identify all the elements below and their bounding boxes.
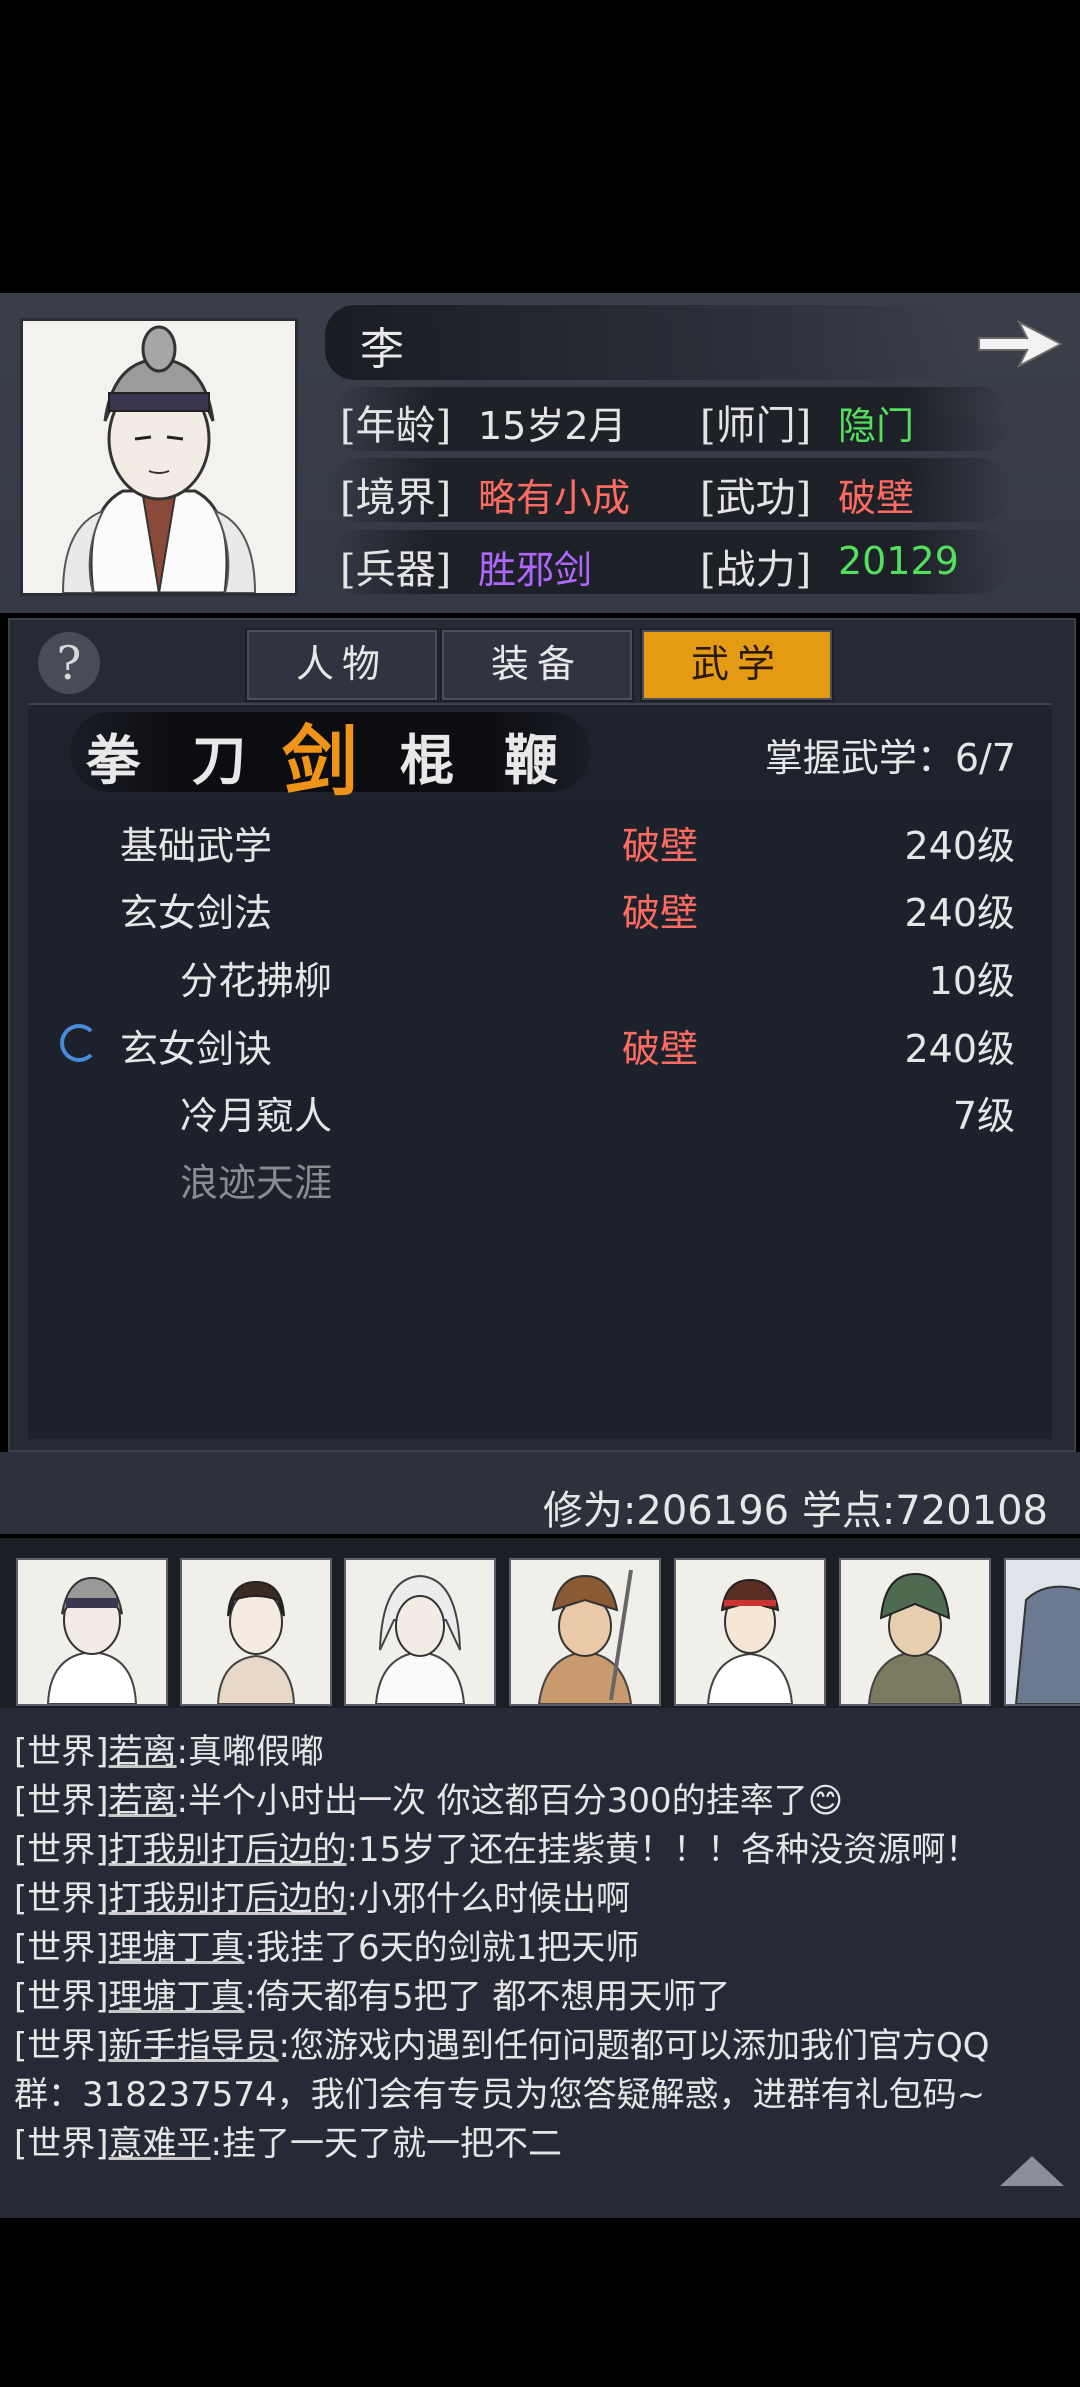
- chat-text: :小邪什么时候出啊: [346, 1879, 630, 1919]
- tab-martial-arts[interactable]: 武学: [640, 628, 834, 702]
- category-staff[interactable]: 棍: [400, 716, 454, 795]
- chat-username[interactable]: 若离: [109, 1781, 177, 1821]
- stat-label-realm: [境界]: [340, 475, 452, 521]
- skill-name: 浪迹天涯: [180, 1161, 333, 1205]
- party-member-portrait[interactable]: [344, 1558, 496, 1706]
- stat-label-power: [战力]: [700, 547, 812, 593]
- skill-name: 冷月窥人: [180, 1094, 333, 1138]
- chat-username[interactable]: 打我别打后边的: [109, 1879, 347, 1919]
- chat-channel-tag: [世界]: [14, 2124, 109, 2164]
- chat-message: [世界]若离:半个小时出一次 你这都百分300的挂率了😊: [14, 1773, 843, 1822]
- chat-text: :15岁了还在挂紫黄！！！各种没资源啊！: [346, 1830, 980, 1870]
- chat-message: [世界]若离:真嘟假嘟: [14, 1724, 324, 1773]
- stat-value-power: 20129: [838, 539, 959, 583]
- chat-channel-tag: [世界]: [14, 1879, 109, 1919]
- category-whip[interactable]: 鞭: [504, 716, 558, 795]
- portrait-art: [18, 1560, 166, 1704]
- skill-name: 玄女剑法: [120, 891, 273, 935]
- help-icon[interactable]: ?: [38, 632, 100, 694]
- chat-text: :倚天都有5把了 都不想用天师了: [244, 1977, 731, 2017]
- chat-text: :您游戏内遇到任何问题都可以添加我们官方QQ: [278, 2026, 990, 2066]
- category-blade[interactable]: 刀: [192, 716, 246, 795]
- name-banner: [325, 305, 965, 380]
- scroll-up-icon[interactable]: [1000, 2156, 1064, 2186]
- skill-level: 10级: [928, 959, 1015, 1003]
- tab-bar: 人物 装备 武学: [245, 628, 835, 702]
- chat-channel-tag: [世界]: [14, 1977, 109, 2017]
- party-member-portrait[interactable]: [509, 1558, 661, 1706]
- chat-username[interactable]: 理塘丁真: [109, 1977, 245, 2017]
- loading-spinner-icon: [60, 1024, 98, 1062]
- character-portrait-art: [23, 321, 295, 593]
- chat-username[interactable]: 意难平: [109, 2124, 211, 2164]
- chat-message: [世界]打我别打后边的:15岁了还在挂紫黄！！！各种没资源啊！: [14, 1822, 979, 1871]
- chat-username[interactable]: 理塘丁真: [109, 1928, 245, 1968]
- party-member-portrait[interactable]: [839, 1558, 991, 1706]
- chat-message: [世界]理塘丁真:倚天都有5把了 都不想用天师了: [14, 1969, 730, 2018]
- arrow-right-icon: [978, 319, 1064, 369]
- character-name: 李: [360, 324, 404, 375]
- stat-value-age: 15岁2月: [478, 404, 627, 448]
- cultivation-points: 修为:206196 学点:720108: [542, 1488, 1048, 1534]
- skill-name: 玄女剑诀: [120, 1027, 273, 1071]
- next-arrow-button[interactable]: [975, 314, 1065, 374]
- chat-text: :半个小时出一次 你这都百分300的挂率了😊: [176, 1781, 844, 1821]
- mastery-count: 掌握武学：6/7: [764, 736, 1016, 780]
- portrait-art: [511, 1560, 659, 1704]
- portrait-art: [182, 1560, 330, 1704]
- tab-equipment[interactable]: 装备: [440, 628, 634, 702]
- stat-label-martial: [武功]: [700, 475, 812, 521]
- category-fist[interactable]: 拳: [86, 716, 140, 795]
- chat-username[interactable]: 新手指导员: [109, 2026, 279, 2066]
- party-member-portrait[interactable]: [1004, 1558, 1080, 1706]
- chat-text: :挂了一天了就一把不二: [210, 2124, 562, 2164]
- chat-channel-tag: [世界]: [14, 1781, 109, 1821]
- chat-text: :真嘟假嘟: [176, 1732, 324, 1772]
- skill-name: 分花拂柳: [180, 959, 333, 1003]
- skill-realm: 破壁: [622, 891, 699, 935]
- chat-channel-tag: [世界]: [14, 1830, 109, 1870]
- party-member-portrait[interactable]: [180, 1558, 332, 1706]
- chat-message-continued: 群：318237574，我们会有专员为您答疑解惑，进群有礼包码~: [14, 2067, 985, 2116]
- chat-message: [世界]理塘丁真:我挂了6天的剑就1把天师: [14, 1920, 639, 1969]
- stat-label-sect: [师门]: [700, 403, 812, 449]
- stat-value-weapon[interactable]: 胜邪剑: [478, 539, 592, 594]
- chat-username[interactable]: 打我别打后边的: [109, 1830, 347, 1870]
- portrait-art: [841, 1560, 989, 1704]
- tab-character[interactable]: 人物: [245, 628, 439, 702]
- skill-level: 240级: [904, 891, 1015, 935]
- category-sword[interactable]: 剑: [282, 700, 358, 810]
- chat-username[interactable]: 若离: [109, 1732, 177, 1772]
- skill-realm: 破壁: [622, 824, 699, 868]
- chat-message: [世界]意难平:挂了一天了就一把不二: [14, 2116, 562, 2165]
- party-member-portrait[interactable]: [16, 1558, 168, 1706]
- skill-level: 7级: [952, 1094, 1015, 1138]
- stat-value-realm: 略有小成: [478, 476, 631, 520]
- portrait-art: [346, 1560, 494, 1704]
- skill-name: 基础武学: [120, 824, 273, 868]
- stat-value-sect: 隐门: [838, 404, 915, 448]
- chat-channel-tag: [世界]: [14, 1732, 109, 1772]
- stat-label-weapon: [兵器]: [340, 547, 452, 593]
- stat-label-age: [年龄]: [340, 403, 452, 449]
- party-member-portrait[interactable]: [674, 1558, 826, 1706]
- skill-level: 240级: [904, 1027, 1015, 1071]
- chat-channel-tag: [世界]: [14, 1928, 109, 1968]
- portrait-art: [676, 1560, 824, 1704]
- chat-message: [世界]打我别打后边的:小邪什么时候出啊: [14, 1871, 630, 1920]
- chat-text: :我挂了6天的剑就1把天师: [244, 1928, 640, 1968]
- portrait-art: [1006, 1560, 1080, 1704]
- skill-level: 240级: [904, 824, 1015, 868]
- chat-message: [世界]新手指导员:您游戏内遇到任何问题都可以添加我们官方QQ: [14, 2018, 990, 2067]
- chat-channel-tag: [世界]: [14, 2026, 109, 2066]
- chat-text: 群：318237574，我们会有专员为您答疑解惑，进群有礼包码~: [14, 2075, 986, 2115]
- stat-value-martial: 破壁: [838, 476, 915, 520]
- skill-realm: 破壁: [622, 1027, 699, 1071]
- character-portrait: [20, 318, 298, 596]
